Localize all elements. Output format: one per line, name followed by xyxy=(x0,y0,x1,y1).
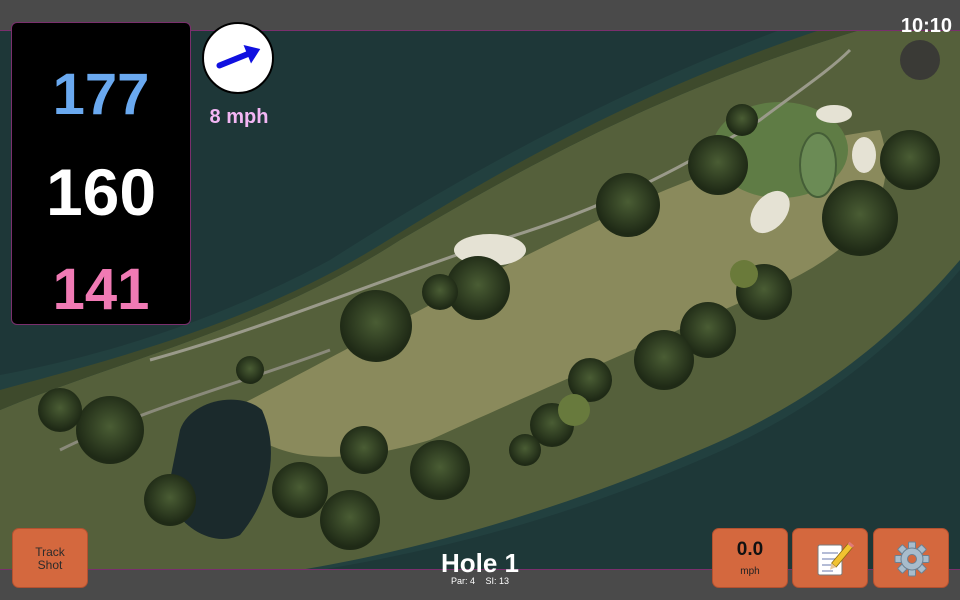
arrow-northeast-icon xyxy=(216,44,261,69)
green-center xyxy=(799,132,837,198)
settings-button[interactable] xyxy=(873,528,949,588)
gear-icon xyxy=(894,541,930,577)
hole-title: Hole 1 xyxy=(440,548,520,578)
track-shot-label: Track Shot xyxy=(35,545,65,572)
hole-par: Par: 4 xyxy=(450,576,475,586)
wind-indicator[interactable] xyxy=(202,22,274,94)
app-root: 10:10 177 160 141 8 mph Hole 1 Par: 4 SI… xyxy=(0,0,960,600)
shot-speed-value: 0.0 xyxy=(736,539,764,560)
wind-speed: 8 mph xyxy=(209,106,269,128)
notes-button[interactable] xyxy=(792,528,868,588)
yardage-front: 141 xyxy=(52,257,150,322)
notepad-icon xyxy=(817,541,855,576)
hole-meta: Par: 4 SI: 13 xyxy=(380,576,580,586)
yardage-back: 177 xyxy=(52,62,150,127)
hole-stroke-index: SI: 13 xyxy=(485,576,510,586)
yardage-middle: 160 xyxy=(45,155,157,229)
yardage-panel: 177 160 141 xyxy=(11,22,191,325)
clock: 10:10 xyxy=(900,15,952,37)
shot-speed-unit: mph xyxy=(740,566,760,577)
track-shot-button[interactable]: Track Shot xyxy=(12,528,88,588)
bunker xyxy=(816,105,852,123)
shot-speed-button[interactable]: 0.0 mph xyxy=(712,528,788,588)
bunker xyxy=(852,137,876,173)
